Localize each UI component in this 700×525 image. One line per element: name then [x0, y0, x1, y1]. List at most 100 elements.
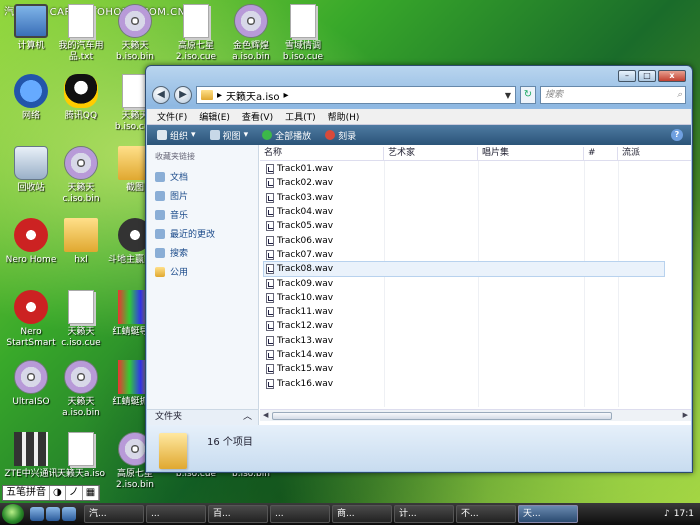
ime-halfwidth-icon[interactable]: ◑ — [50, 486, 66, 500]
play-all-button[interactable]: 全部播放 — [262, 129, 311, 142]
explorer-window[interactable]: – □ x ◀ ▶ ▸ 天籁天a.iso ▸ ▼ ↻ 搜索 ⌕ 文件(F) 编辑… — [145, 65, 693, 473]
desktop-icon[interactable]: 天籁天c.iso.cue — [50, 290, 112, 349]
desktop-icon[interactable]: 天籁天b.iso.bin — [104, 4, 166, 63]
quick-launch-icon[interactable] — [62, 507, 76, 521]
nav-link-label: 音乐 — [170, 211, 189, 221]
address-text: 天籁天a.iso — [226, 91, 280, 103]
file-name: Track08.wav — [277, 264, 334, 275]
cue-file-icon — [68, 432, 94, 466]
scrollbar-thumb[interactable] — [272, 412, 612, 420]
cd-image-icon — [118, 4, 152, 38]
minimize-button[interactable]: – — [618, 70, 636, 82]
close-button[interactable]: x — [658, 70, 686, 82]
desktop-icon[interactable]: 天籁天c.iso.bin — [50, 146, 112, 205]
organize-button[interactable]: 组织 ▾ — [157, 129, 196, 142]
nav-link[interactable]: 音乐 — [147, 205, 258, 224]
file-row[interactable]: Track07.wav — [264, 248, 382, 262]
details-pane: 16 个项目 — [147, 425, 691, 471]
cd-image-icon — [64, 146, 98, 180]
taskbar-button[interactable]: ... — [146, 505, 206, 523]
back-button[interactable]: ◀ — [152, 86, 170, 104]
file-row[interactable]: Track16.wav — [264, 376, 382, 390]
cue-file-icon — [68, 290, 94, 324]
file-row[interactable]: Track11.wav — [264, 305, 382, 319]
column-name[interactable]: 名称 — [260, 147, 384, 160]
recent-icon — [155, 228, 165, 239]
search-icon: ⌕ — [676, 90, 682, 100]
menu-view[interactable]: 查看(V) — [242, 110, 273, 123]
maximize-button[interactable]: □ — [638, 70, 656, 82]
desktop-icon[interactable]: 高原七星2.iso.cue — [165, 4, 227, 63]
views-button[interactable]: 视图 ▾ — [209, 129, 248, 142]
desktop-icon[interactable]: 腾讯QQ — [50, 74, 112, 122]
ime-keyboard-icon[interactable]: ▦ — [83, 486, 100, 500]
quick-launch-icon[interactable] — [30, 507, 44, 521]
file-row[interactable]: Track05.wav — [264, 219, 382, 233]
file-row[interactable]: Track13.wav — [264, 334, 382, 348]
audio-file-icon — [266, 264, 274, 275]
desktop-icon[interactable]: 天籁天a.iso.bin — [50, 360, 112, 419]
column-album[interactable]: 唱片集 — [478, 147, 584, 160]
refresh-button[interactable]: ↻ — [520, 86, 536, 104]
tray-icon[interactable]: ♪ — [664, 509, 670, 519]
file-row[interactable]: Track03.wav — [264, 191, 382, 205]
menu-file[interactable]: 文件(F) — [157, 110, 187, 123]
menu-edit[interactable]: 编辑(E) — [199, 110, 230, 123]
address-bar[interactable]: ▸ 天籁天a.iso ▸ ▼ — [196, 86, 516, 104]
nav-link[interactable]: 公用 — [147, 262, 258, 281]
folders-toggle[interactable]: 文件夹 ︿ — [147, 409, 258, 425]
ime-mode[interactable]: 五笔拼音 — [3, 486, 50, 500]
desktop-icon[interactable]: 我的汽车用品.txt — [50, 4, 112, 63]
taskbar-button[interactable]: 商... — [332, 505, 392, 523]
forward-button[interactable]: ▶ — [174, 86, 192, 104]
search-input[interactable]: 搜索 ⌕ — [540, 86, 686, 104]
audio-file-icon — [266, 321, 274, 332]
taskbar-button[interactable]: 天... — [518, 505, 578, 523]
file-row[interactable]: Track12.wav — [264, 319, 382, 333]
file-name: Track01.wav — [277, 164, 334, 175]
ime-toolbar[interactable]: 五笔拼音 ◑ ノ ▦ — [2, 485, 101, 501]
nav-link[interactable]: 搜索 — [147, 243, 258, 262]
file-name: Track16.wav — [277, 378, 334, 389]
column-number[interactable]: # — [584, 147, 618, 160]
nav-link[interactable]: 图片 — [147, 186, 258, 205]
help-icon[interactable]: ? — [671, 129, 683, 141]
file-row[interactable]: Track08.wav — [263, 261, 665, 278]
file-row[interactable]: Track10.wav — [264, 291, 382, 305]
taskbar-button[interactable]: 计... — [394, 505, 454, 523]
taskbar-button[interactable]: 百... — [208, 505, 268, 523]
desktop-icon-label: 我的汽车用品.txt — [58, 41, 104, 62]
public-folder-icon — [155, 266, 165, 277]
ime-punct-icon[interactable]: ノ — [66, 486, 83, 500]
organize-icon — [157, 130, 167, 140]
chevron-down-icon[interactable]: ▼ — [501, 91, 515, 100]
file-row[interactable]: Track01.wav — [264, 162, 382, 176]
horizontal-scrollbar[interactable]: ◀ ▶ — [260, 409, 691, 421]
scroll-left-icon[interactable]: ◀ — [263, 411, 268, 419]
menu-help[interactable]: 帮助(H) — [328, 110, 360, 123]
file-row[interactable]: Track06.wav — [264, 233, 382, 247]
file-row[interactable]: Track04.wav — [264, 205, 382, 219]
nav-link[interactable]: 最近的更改 — [147, 224, 258, 243]
nero-home-icon — [14, 218, 48, 252]
desktop-icon[interactable]: 雪域情调b.iso.cue — [272, 4, 334, 63]
desktop-icon[interactable]: hxl — [50, 218, 112, 266]
desktop-icon[interactable]: 天籁天a.iso — [50, 432, 112, 480]
taskbar-button[interactable]: 不... — [456, 505, 516, 523]
file-row[interactable]: Track14.wav — [264, 348, 382, 362]
scroll-right-icon[interactable]: ▶ — [683, 411, 688, 419]
start-button[interactable] — [2, 504, 24, 524]
column-artist[interactable]: 艺术家 — [384, 147, 478, 160]
clock[interactable]: 17:1 — [674, 509, 694, 519]
taskbar-button[interactable]: 汽... — [84, 505, 144, 523]
nav-link[interactable]: 文档 — [147, 167, 258, 186]
taskbar-button[interactable]: ... — [270, 505, 330, 523]
quick-launch-icon[interactable] — [46, 507, 60, 521]
burn-button[interactable]: 刻录 — [325, 129, 356, 142]
file-row[interactable]: Track15.wav — [264, 362, 382, 376]
nav-link-label: 搜索 — [170, 249, 189, 259]
file-row[interactable]: Track09.wav — [264, 276, 382, 290]
file-row[interactable]: Track02.wav — [264, 176, 382, 190]
column-genre[interactable]: 流派 — [618, 147, 691, 160]
menu-tools[interactable]: 工具(T) — [285, 110, 316, 123]
